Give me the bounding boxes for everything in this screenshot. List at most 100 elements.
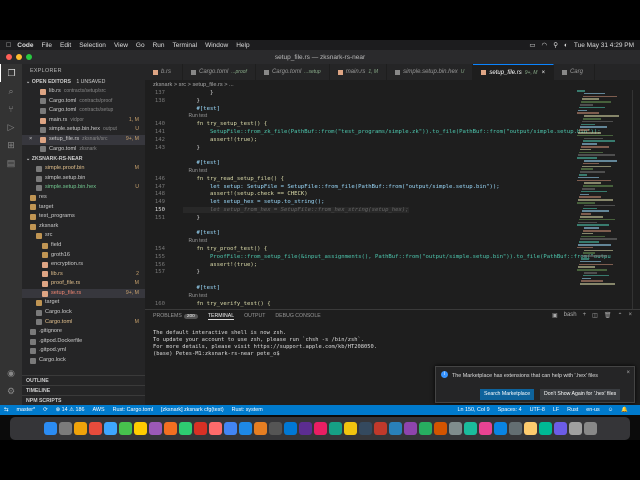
tree-item[interactable]: simple.setup.bin: [22, 174, 145, 184]
search-view-icon[interactable]: ⌕: [0, 82, 22, 100]
tree-item[interactable]: simple.setup.bin.hex U: [22, 183, 145, 193]
feedback-icon[interactable]: ☺: [608, 407, 614, 413]
dock-app-icon[interactable]: [553, 422, 567, 435]
dock-app-icon[interactable]: [133, 422, 147, 435]
tree-item[interactable]: setup_file.rs 9+, M: [22, 288, 145, 299]
outline-section[interactable]: OUTLINE: [22, 375, 145, 385]
cfg-status[interactable]: [zksnark] zksnark cfg(test): [161, 407, 224, 413]
open-editor-item[interactable]: Cargo.toml contracts/proof: [22, 97, 145, 107]
run-test-codelens[interactable]: Run test: [183, 238, 208, 244]
remote-icon[interactable]: ⇆: [4, 407, 9, 413]
tree-item[interactable]: zksnark: [22, 222, 145, 232]
editor-tab[interactable]: Cargo.toml ...proof: [183, 64, 256, 80]
dock-app-icon[interactable]: [43, 422, 57, 435]
dock-app-icon[interactable]: [373, 422, 387, 435]
tree-item[interactable]: Cargo.lock: [22, 308, 145, 318]
menu-selection[interactable]: Selection: [79, 42, 106, 49]
rust-system-status[interactable]: Rust: system: [232, 407, 263, 413]
editor-tab[interactable]: main.rs 1, M: [330, 64, 388, 80]
dock-app-icon[interactable]: [163, 422, 177, 435]
tree-item[interactable]: target: [22, 298, 145, 308]
dock-app-icon[interactable]: [148, 422, 162, 435]
dock-app-icon[interactable]: [328, 422, 342, 435]
dock-app-icon[interactable]: [313, 422, 327, 435]
chevron-up-icon[interactable]: ⌃: [617, 312, 622, 319]
dock-app-icon[interactable]: [298, 422, 312, 435]
dock-app-icon[interactable]: [283, 422, 297, 435]
editor-tab[interactable]: b.rs: [145, 64, 184, 80]
tab-output[interactable]: OUTPUT: [244, 313, 265, 319]
tab-debug-console[interactable]: DEBUG CONSOLE: [275, 313, 320, 319]
dock-app-icon[interactable]: [73, 422, 87, 435]
menu-file[interactable]: File: [42, 42, 52, 49]
menu-go[interactable]: Go: [136, 42, 145, 49]
tree-item[interactable]: Cargo.lock: [22, 356, 145, 366]
close-window-button[interactable]: [6, 54, 12, 60]
dock-app-icon[interactable]: [268, 422, 282, 435]
tree-item[interactable]: target: [22, 203, 145, 213]
tab-problems[interactable]: PROBLEMS 200: [153, 313, 198, 319]
tree-item[interactable]: Cargo.toml M: [22, 318, 145, 328]
open-editors-header[interactable]: ⌄ OPEN EDITORS 1 UNSAVED: [22, 78, 145, 87]
npm-scripts-section[interactable]: NPM SCRIPTS: [22, 395, 145, 405]
tab-terminal[interactable]: TERMINAL: [207, 313, 235, 320]
line-ending[interactable]: LF: [553, 407, 559, 413]
extensions-icon[interactable]: ⊞: [0, 136, 22, 154]
dock-app-icon[interactable]: [508, 422, 522, 435]
dock-app-icon[interactable]: [493, 422, 507, 435]
tree-item[interactable]: simple.proof.bin M: [22, 164, 145, 174]
tree-item[interactable]: proof_file.rs M: [22, 279, 145, 289]
tree-item[interactable]: .gitignore: [22, 327, 145, 337]
tree-item[interactable]: lib.rs 2: [22, 270, 145, 280]
manage-gear-icon[interactable]: ⚙: [0, 382, 22, 400]
apple-icon[interactable]: : [6, 42, 11, 49]
explorer-icon[interactable]: ❐: [0, 64, 22, 82]
dock-app-icon[interactable]: [343, 422, 357, 435]
dock-app-icon[interactable]: [193, 422, 207, 435]
zoom-window-button[interactable]: [26, 54, 32, 60]
tree-item[interactable]: groth16: [22, 251, 145, 261]
dock-app-icon[interactable]: [58, 422, 72, 435]
minimize-window-button[interactable]: [16, 54, 22, 60]
search-marketplace-button[interactable]: Search Marketplace: [480, 389, 535, 400]
cursor-position[interactable]: Ln 150, Col 9: [458, 407, 490, 413]
open-editor-item[interactable]: Cargo.toml contracts/setup: [22, 106, 145, 116]
close-panel-icon[interactable]: ×: [628, 312, 632, 319]
editor-tab[interactable]: setup_file.rs 9+, M ×: [473, 64, 554, 80]
minimap[interactable]: [577, 90, 622, 290]
dock-app-icon[interactable]: [538, 422, 552, 435]
terminal-shell-label[interactable]: bash: [564, 312, 577, 319]
terminal-output[interactable]: The default interactive shell is now zsh…: [153, 330, 377, 358]
open-editor-item[interactable]: main.rs vidpor 1, M: [22, 116, 145, 126]
indentation[interactable]: Spaces: 4: [498, 407, 522, 413]
dock-app-icon[interactable]: [223, 422, 237, 435]
add-terminal-icon[interactable]: +: [583, 312, 587, 319]
remote-explorer-icon[interactable]: ▤: [0, 154, 22, 172]
aws-status[interactable]: AWS: [92, 407, 104, 413]
spell-language[interactable]: en-us: [586, 407, 600, 413]
search-icon[interactable]: ⚲: [553, 41, 558, 49]
menu-run[interactable]: Run: [153, 42, 165, 49]
close-tab-icon[interactable]: ×: [541, 70, 545, 76]
problems-status[interactable]: ⊗ 14 ⚠ 186: [56, 407, 85, 413]
run-test-codelens[interactable]: Run test: [183, 168, 208, 174]
editor-tab[interactable]: Carg: [554, 64, 595, 80]
dock-app-icon[interactable]: [358, 422, 372, 435]
open-editor-item[interactable]: simple.setup.bin.hex output U: [22, 125, 145, 135]
dock-app-icon[interactable]: [253, 422, 267, 435]
close-notification-icon[interactable]: ×: [626, 370, 630, 376]
wifi-icon[interactable]: ◠: [542, 41, 548, 49]
menubar-datetime[interactable]: Tue May 31 4:29 PM: [574, 42, 634, 49]
editor-tab[interactable]: simple.setup.bin.hex U: [387, 64, 474, 80]
menu-help[interactable]: Help: [236, 42, 249, 49]
split-terminal-icon[interactable]: ◫: [592, 312, 598, 319]
dock-app-icon[interactable]: [403, 422, 417, 435]
tree-item[interactable]: .gitpod.yml: [22, 346, 145, 356]
run-debug-icon[interactable]: ▷: [0, 118, 22, 136]
dock-app-icon[interactable]: [463, 422, 477, 435]
menu-terminal[interactable]: Terminal: [173, 42, 198, 49]
open-editor-item[interactable]: × setup_file.rs zksnark/src 9+, M: [22, 134, 145, 145]
account-icon[interactable]: ◉: [0, 364, 22, 382]
open-editor-item[interactable]: lib.rs contracts/setup/src: [22, 87, 145, 97]
dock-app-icon[interactable]: [238, 422, 252, 435]
